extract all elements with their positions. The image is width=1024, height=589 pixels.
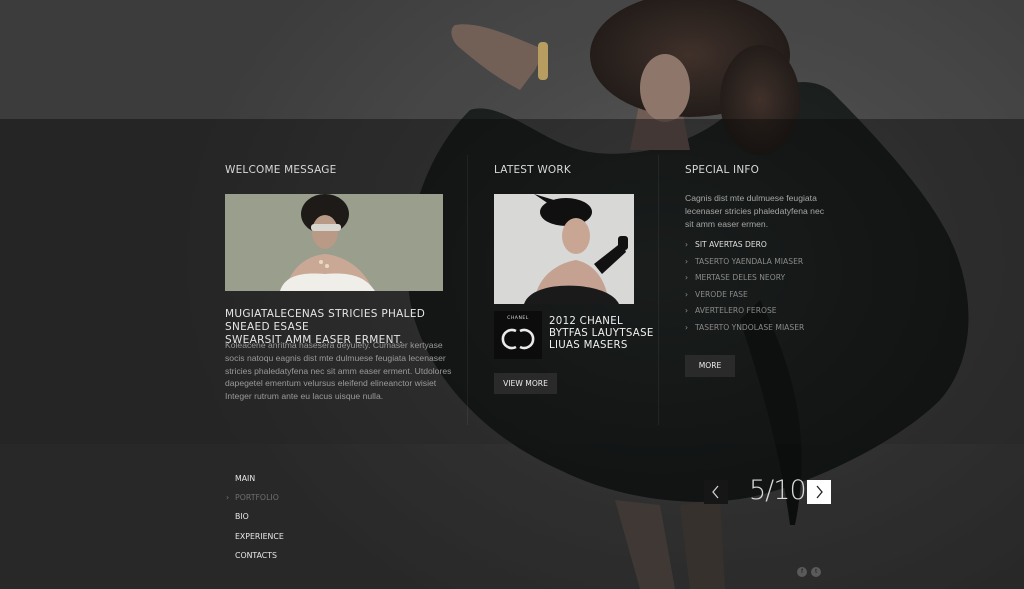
special-info-item[interactable]: › AVERTELERO FEROSE xyxy=(685,306,804,323)
latest-work-title: LATEST WORK xyxy=(494,164,571,176)
special-info-item[interactable]: › VERODE FASE xyxy=(685,290,804,307)
special-body-line: sit amm easer ermen. xyxy=(685,218,769,229)
nav-item-label: CONTACTS xyxy=(235,550,277,560)
facebook-icon[interactable]: f xyxy=(797,567,807,577)
special-info-item-label: AVERTELERO FEROSE xyxy=(695,306,777,316)
special-body-line: lecenaser stricies phaledatyfena nec xyxy=(685,205,825,216)
special-info-item[interactable]: › MERTASE DELES NEORY xyxy=(685,273,804,290)
nav-item-label: EXPERIENCE xyxy=(235,531,284,541)
view-more-button[interactable]: VIEW MORE xyxy=(494,373,557,394)
header-band xyxy=(0,0,1024,119)
nav-item-experience[interactable]: EXPERIENCE xyxy=(226,532,284,551)
welcome-body-line: socis natoqu eagnis dist mte dulmuese fe… xyxy=(225,352,446,363)
nav-item-label: PORTFOLIO xyxy=(235,493,279,503)
nav-item-label: BIO xyxy=(235,512,249,522)
latest-work-image[interactable] xyxy=(494,194,634,304)
chevron-right-icon: › xyxy=(685,256,689,266)
caption-line: BYTFAS LAUYTSASE xyxy=(549,328,654,339)
welcome-body-line: stricies phaledatyfena nec sit amm easer… xyxy=(225,365,452,376)
main-nav: MAIN › PORTFOLIO BIO EXPERIENCE CONTACTS xyxy=(226,474,284,570)
chevron-right-icon: › xyxy=(226,493,230,503)
latest-work-caption: 2012 CHANEL BYTFAS LAUYTSASE LIUAS MASER… xyxy=(549,316,659,352)
special-body-line: Cagnis dist mte dulmuese feugiata xyxy=(685,193,817,203)
column-divider xyxy=(467,155,468,425)
column-divider xyxy=(658,155,659,425)
welcome-headline-line: MUGIATALECENAS STRICIES PHALED SNEAED ES… xyxy=(225,308,426,333)
next-slide-button[interactable] xyxy=(807,480,831,504)
chevron-right-icon: › xyxy=(685,306,689,316)
special-info-body: Cagnis dist mte dulmuese feugiata lecena… xyxy=(685,192,835,230)
welcome-body-line: Integer rutrum ante eu lacus uisque null… xyxy=(225,391,384,402)
special-info-title: SPECIAL INFO xyxy=(685,164,760,176)
nav-item-label: MAIN xyxy=(235,474,256,483)
chevron-right-icon: › xyxy=(685,240,689,249)
footer-band xyxy=(0,444,1024,589)
special-info-item[interactable]: › TASERTO YAENDALA MIASER xyxy=(685,257,804,274)
special-info-item[interactable]: › TASERTO YNDOLASE MIASER xyxy=(685,323,804,340)
caption-line: LIUAS MASERS xyxy=(549,340,628,351)
special-info-item-label: VERODE FASE xyxy=(695,289,748,299)
slide-counter: 5/10 xyxy=(749,475,807,506)
more-button[interactable]: MORE xyxy=(685,355,735,377)
chevron-right-icon: › xyxy=(685,289,689,299)
chanel-logo[interactable]: CHANEL xyxy=(494,311,542,359)
welcome-body-line: Koleacene anritma hasesera deyulety. Cum… xyxy=(225,340,443,350)
special-info-item-label: SIT AVERTAS DERO xyxy=(695,240,767,249)
nav-item-main[interactable]: MAIN xyxy=(226,474,284,493)
prev-slide-button[interactable] xyxy=(704,480,728,504)
special-info-item-label: MERTASE DELES NEORY xyxy=(695,273,786,283)
special-info-item-label: TASERTO YAENDALA MIASER xyxy=(695,256,804,266)
special-info-item-label: TASERTO YNDOLASE MIASER xyxy=(695,322,805,332)
chevron-right-icon: › xyxy=(685,322,689,332)
chevron-left-icon xyxy=(712,485,719,499)
chevron-right-icon xyxy=(816,485,823,499)
special-info-list: › SIT AVERTAS DERO › TASERTO YAENDALA MIAS… xyxy=(685,240,804,340)
welcome-body-line: dapegetel ementum velursus eleifend elin… xyxy=(225,378,437,389)
special-info-item[interactable]: › SIT AVERTAS DERO xyxy=(685,240,804,257)
nav-item-portfolio[interactable]: › PORTFOLIO xyxy=(226,493,284,512)
caption-line: 2012 CHANEL xyxy=(549,316,623,327)
chevron-right-icon: › xyxy=(685,273,689,283)
chanel-cc-icon xyxy=(501,328,535,350)
welcome-title: WELCOME MESSAGE xyxy=(225,164,337,176)
nav-item-bio[interactable]: BIO xyxy=(226,512,284,531)
twitter-icon[interactable]: t xyxy=(811,567,821,577)
nav-item-contacts[interactable]: CONTACTS xyxy=(226,551,284,570)
welcome-image[interactable] xyxy=(225,194,443,291)
welcome-body: Koleacene anritma hasesera deyulety. Cum… xyxy=(225,339,465,403)
